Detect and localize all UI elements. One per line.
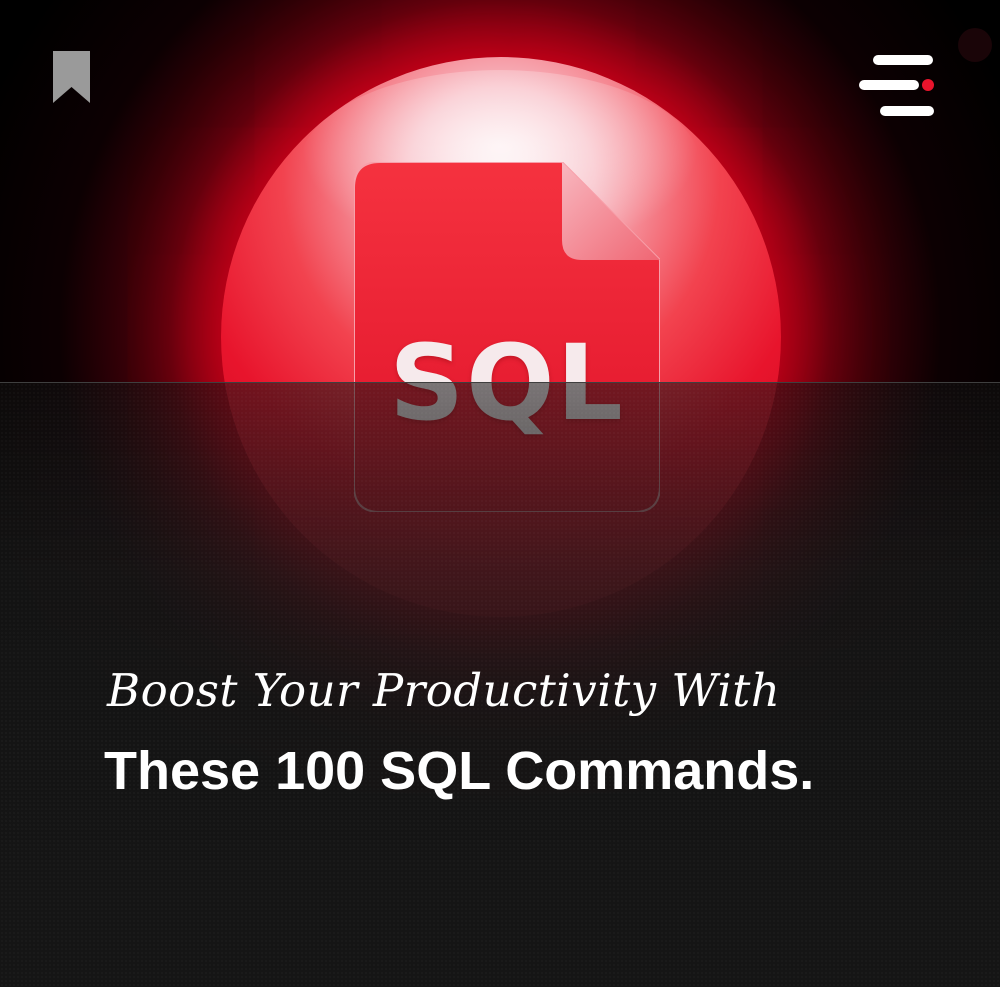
corner-decoration	[958, 28, 992, 62]
menu-bars	[859, 55, 934, 116]
headline-line-2: These 100 SQL Commands.	[104, 741, 815, 801]
bookmark-shape	[53, 51, 90, 103]
page: SQL Boost Your Productivity With These 1…	[0, 0, 1000, 987]
menu-icon[interactable]	[855, 55, 940, 117]
bookmark-icon[interactable]	[53, 51, 90, 103]
headline-line-1: Boost Your Productivity With	[107, 664, 781, 717]
